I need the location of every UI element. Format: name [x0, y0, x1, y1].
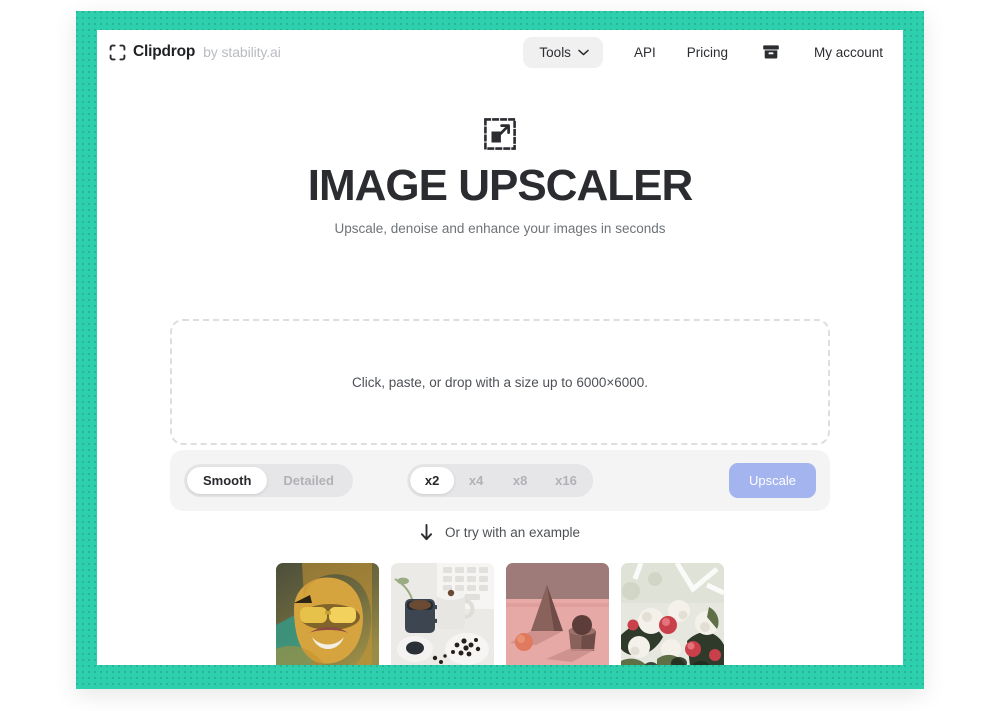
- nav-link-pricing[interactable]: Pricing: [687, 37, 728, 68]
- scale-option-x16[interactable]: x16: [542, 467, 590, 494]
- screenshot-root: Clipdrop by stability.ai Tools API Prici…: [0, 0, 1000, 711]
- page-title: IMAGE UPSCALER: [307, 161, 693, 210]
- scale-option-x2[interactable]: x2: [410, 467, 455, 494]
- clipdrop-page: Clipdrop by stability.ai Tools API Prici…: [97, 30, 903, 665]
- expand-upscale-icon: [482, 116, 518, 152]
- file-dropzone[interactable]: Click, paste, or drop with a size up to …: [170, 319, 830, 445]
- site-header: Clipdrop by stability.ai Tools API Prici…: [97, 30, 903, 74]
- brand-suffix: by stability.ai: [203, 44, 281, 60]
- example-thumb-flower-bouquet[interactable]: [621, 563, 724, 665]
- archive-box-icon[interactable]: [762, 43, 780, 61]
- examples-heading: Or try with an example: [420, 524, 580, 541]
- example-thumb-pink-still-life[interactable]: [506, 563, 609, 665]
- uploader-section: Click, paste, or drop with a size up to …: [170, 319, 830, 511]
- nav-link-api[interactable]: API: [634, 37, 656, 68]
- upscale-button[interactable]: Upscale: [729, 463, 816, 498]
- examples-section: Or try with an example: [97, 524, 903, 665]
- examples-label: Or try with an example: [444, 525, 581, 540]
- scale-option-x8[interactable]: x8: [498, 467, 542, 494]
- mode-option-detailed[interactable]: Detailed: [267, 467, 350, 494]
- chevron-down-icon: [578, 49, 589, 56]
- nav-tools-label: Tools: [539, 44, 571, 60]
- uploader-controls: Smooth Detailed x2 x4 x8 x16 Upscale: [170, 450, 830, 511]
- nav-link-my-account[interactable]: My account: [814, 37, 883, 68]
- scale-option-x4[interactable]: x4: [454, 467, 498, 494]
- primary-nav: Tools API Pricing My account: [523, 36, 883, 68]
- example-thumb-coffee-flatlay[interactable]: [391, 563, 494, 665]
- brand-name: Clipdrop: [133, 43, 196, 60]
- dropzone-label: Click, paste, or drop with a size up to …: [351, 374, 649, 390]
- arrow-down-icon: [420, 524, 433, 541]
- brand-logo[interactable]: Clipdrop by stability.ai: [109, 30, 281, 74]
- scale-segmented-control: x2 x4 x8 x16: [407, 464, 593, 497]
- page-subtitle: Upscale, denoise and enhance your images…: [334, 221, 666, 236]
- example-thumb-woman-with-sunglasses[interactable]: [276, 563, 379, 665]
- example-thumbnail-list: [97, 563, 903, 665]
- mode-segmented-control: Smooth Detailed: [184, 464, 353, 497]
- nav-tools-dropdown[interactable]: Tools: [523, 36, 603, 68]
- hero-section: IMAGE UPSCALER Upscale, denoise and enha…: [97, 116, 903, 236]
- clipdrop-brackets-icon: [109, 44, 126, 61]
- mode-option-smooth[interactable]: Smooth: [187, 467, 268, 494]
